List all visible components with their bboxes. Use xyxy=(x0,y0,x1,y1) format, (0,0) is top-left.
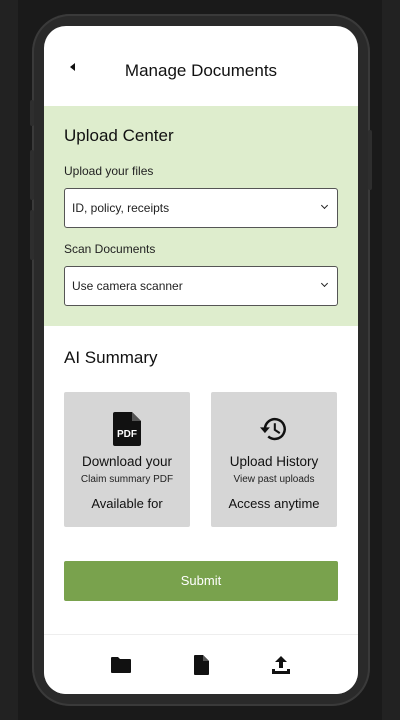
scan-documents-label: Scan Documents xyxy=(64,242,156,256)
upload-files-label: Upload your files xyxy=(64,164,154,178)
right-edge xyxy=(382,0,400,720)
left-edge xyxy=(0,0,18,720)
folder-icon[interactable] xyxy=(109,653,133,677)
upload-files-value: ID, policy, receipts xyxy=(72,201,170,215)
download-summary-card[interactable]: PDF Download your Claim summary PDF Avai… xyxy=(64,392,190,527)
card-title: Download your xyxy=(81,454,173,469)
chevron-down-icon xyxy=(320,279,329,288)
upload-history-card[interactable]: Upload History View past uploads Access … xyxy=(211,392,337,527)
ai-summary-title: AI Summary xyxy=(64,348,158,367)
card-subtitle: Claim summary PDF xyxy=(80,474,174,485)
phone-side-button xyxy=(30,100,34,126)
submit-button[interactable]: Submit xyxy=(64,561,338,601)
pdf-icon: PDF xyxy=(113,412,141,446)
card-footer: Available for xyxy=(91,496,163,511)
upload-icon[interactable] xyxy=(269,653,293,677)
upload-center-section: Upload Center Upload your files ID, poli… xyxy=(44,106,358,326)
history-icon xyxy=(260,417,286,441)
app-screen: Manage Documents Upload Center Upload yo… xyxy=(44,26,358,694)
phone-side-button xyxy=(30,150,34,200)
card-footer: Access anytime xyxy=(228,496,320,511)
file-icon[interactable] xyxy=(189,653,213,677)
card-subtitle: View past uploads xyxy=(233,474,315,485)
page-title: Manage Documents xyxy=(124,61,278,80)
app-bar: Manage Documents xyxy=(44,26,358,106)
scan-documents-value: Use camera scanner xyxy=(72,279,183,293)
bottom-nav xyxy=(44,634,358,694)
upload-center-title: Upload Center xyxy=(64,126,174,145)
card-title: Upload History xyxy=(229,454,319,469)
phone-side-button xyxy=(368,130,372,190)
chevron-down-icon xyxy=(320,201,329,210)
scan-documents-select[interactable]: Use camera scanner xyxy=(64,266,338,306)
upload-files-select[interactable]: ID, policy, receipts xyxy=(64,188,338,228)
svg-text:PDF: PDF xyxy=(117,429,137,440)
phone-side-button xyxy=(30,210,34,260)
